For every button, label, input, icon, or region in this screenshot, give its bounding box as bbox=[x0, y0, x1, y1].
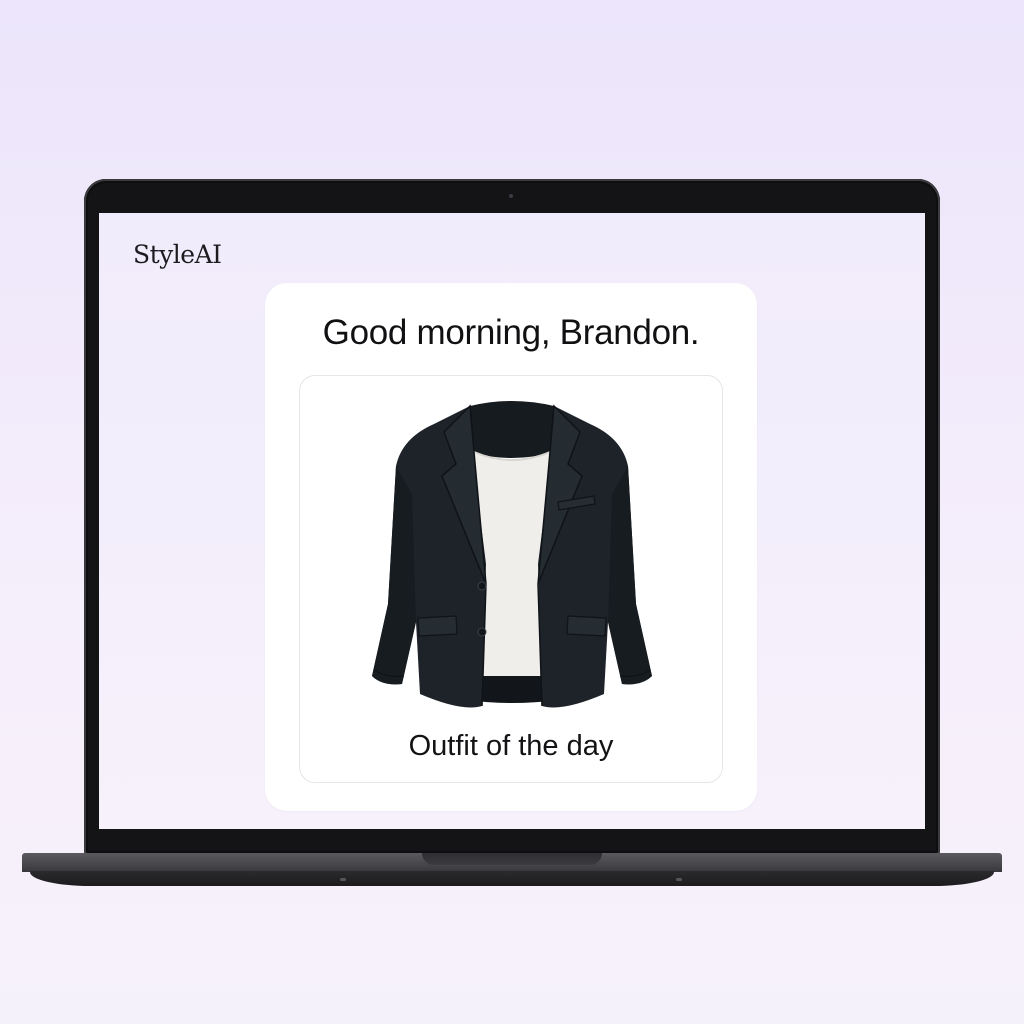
greeting-title: Good morning, Brandon. bbox=[322, 313, 700, 352]
camera-icon bbox=[509, 194, 513, 198]
laptop-foot bbox=[676, 878, 682, 881]
blazer-icon bbox=[372, 401, 652, 708]
laptop-lid: StyleAI Good morning, Brandon. Outfit of… bbox=[84, 179, 940, 855]
laptop-open-notch bbox=[422, 853, 602, 865]
laptop-foot bbox=[340, 878, 346, 881]
outfit-of-the-day-card[interactable]: Outfit of the day bbox=[299, 375, 723, 783]
app-logo[interactable]: StyleAI bbox=[133, 240, 222, 269]
greeting-card: Good morning, Brandon. Outfit of the day bbox=[265, 283, 757, 811]
laptop-base-bottom bbox=[30, 871, 994, 886]
app-screen: StyleAI Good morning, Brandon. Outfit of… bbox=[99, 213, 925, 829]
outfit-caption: Outfit of the day bbox=[408, 730, 614, 762]
